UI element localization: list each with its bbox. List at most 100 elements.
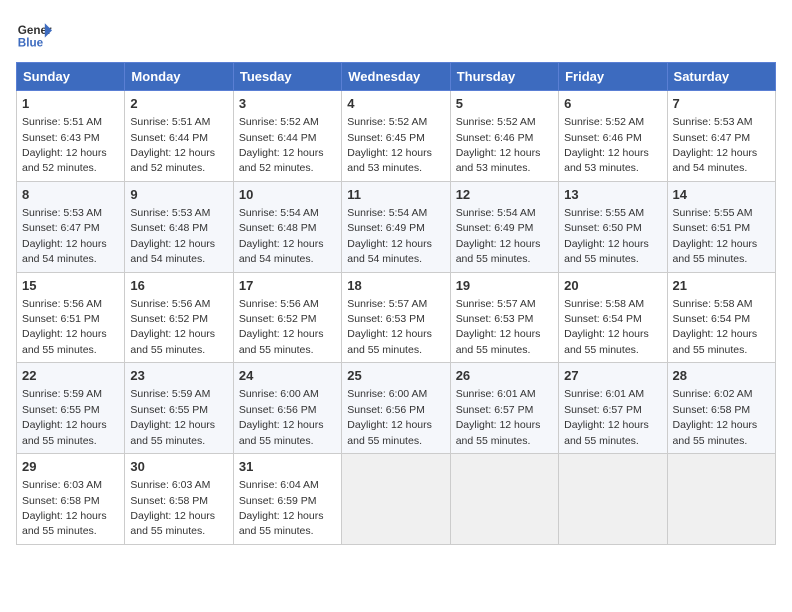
day-number: 23 xyxy=(130,367,227,385)
calendar-week-3: 15 Sunrise: 5:56 AMSunset: 6:51 PMDaylig… xyxy=(17,272,776,363)
calendar-cell: 13 Sunrise: 5:55 AMSunset: 6:50 PMDaylig… xyxy=(559,181,667,272)
calendar-cell: 15 Sunrise: 5:56 AMSunset: 6:51 PMDaylig… xyxy=(17,272,125,363)
calendar-cell: 17 Sunrise: 5:56 AMSunset: 6:52 PMDaylig… xyxy=(233,272,341,363)
calendar-cell: 29 Sunrise: 6:03 AMSunset: 6:58 PMDaylig… xyxy=(17,454,125,545)
day-info: Sunrise: 5:52 AMSunset: 6:45 PMDaylight:… xyxy=(347,116,432,174)
calendar-cell: 4 Sunrise: 5:52 AMSunset: 6:45 PMDayligh… xyxy=(342,91,450,182)
calendar-week-5: 29 Sunrise: 6:03 AMSunset: 6:58 PMDaylig… xyxy=(17,454,776,545)
day-info: Sunrise: 5:54 AMSunset: 6:48 PMDaylight:… xyxy=(239,207,324,265)
calendar-cell: 20 Sunrise: 5:58 AMSunset: 6:54 PMDaylig… xyxy=(559,272,667,363)
day-number: 3 xyxy=(239,95,336,113)
day-number: 19 xyxy=(456,277,553,295)
col-header-saturday: Saturday xyxy=(667,63,775,91)
calendar-cell: 23 Sunrise: 5:59 AMSunset: 6:55 PMDaylig… xyxy=(125,363,233,454)
day-info: Sunrise: 5:53 AMSunset: 6:47 PMDaylight:… xyxy=(22,207,107,265)
day-info: Sunrise: 5:58 AMSunset: 6:54 PMDaylight:… xyxy=(564,298,649,356)
calendar-cell: 26 Sunrise: 6:01 AMSunset: 6:57 PMDaylig… xyxy=(450,363,558,454)
day-info: Sunrise: 6:03 AMSunset: 6:58 PMDaylight:… xyxy=(130,479,215,537)
day-info: Sunrise: 5:57 AMSunset: 6:53 PMDaylight:… xyxy=(456,298,541,356)
day-number: 11 xyxy=(347,186,444,204)
day-number: 21 xyxy=(673,277,770,295)
day-number: 8 xyxy=(22,186,119,204)
day-number: 1 xyxy=(22,95,119,113)
day-info: Sunrise: 5:51 AMSunset: 6:44 PMDaylight:… xyxy=(130,116,215,174)
calendar-week-2: 8 Sunrise: 5:53 AMSunset: 6:47 PMDayligh… xyxy=(17,181,776,272)
logo: General Blue xyxy=(16,16,52,52)
calendar-week-1: 1 Sunrise: 5:51 AMSunset: 6:43 PMDayligh… xyxy=(17,91,776,182)
day-info: Sunrise: 5:51 AMSunset: 6:43 PMDaylight:… xyxy=(22,116,107,174)
day-number: 12 xyxy=(456,186,553,204)
day-info: Sunrise: 6:00 AMSunset: 6:56 PMDaylight:… xyxy=(239,388,324,446)
day-info: Sunrise: 6:04 AMSunset: 6:59 PMDaylight:… xyxy=(239,479,324,537)
day-info: Sunrise: 6:03 AMSunset: 6:58 PMDaylight:… xyxy=(22,479,107,537)
col-header-tuesday: Tuesday xyxy=(233,63,341,91)
day-number: 6 xyxy=(564,95,661,113)
col-header-wednesday: Wednesday xyxy=(342,63,450,91)
day-info: Sunrise: 5:54 AMSunset: 6:49 PMDaylight:… xyxy=(347,207,432,265)
day-info: Sunrise: 5:55 AMSunset: 6:51 PMDaylight:… xyxy=(673,207,758,265)
day-number: 5 xyxy=(456,95,553,113)
day-number: 17 xyxy=(239,277,336,295)
calendar-cell: 27 Sunrise: 6:01 AMSunset: 6:57 PMDaylig… xyxy=(559,363,667,454)
calendar-week-4: 22 Sunrise: 5:59 AMSunset: 6:55 PMDaylig… xyxy=(17,363,776,454)
day-info: Sunrise: 5:52 AMSunset: 6:46 PMDaylight:… xyxy=(456,116,541,174)
col-header-friday: Friday xyxy=(559,63,667,91)
day-info: Sunrise: 5:57 AMSunset: 6:53 PMDaylight:… xyxy=(347,298,432,356)
calendar-cell: 3 Sunrise: 5:52 AMSunset: 6:44 PMDayligh… xyxy=(233,91,341,182)
day-info: Sunrise: 6:00 AMSunset: 6:56 PMDaylight:… xyxy=(347,388,432,446)
calendar-cell: 7 Sunrise: 5:53 AMSunset: 6:47 PMDayligh… xyxy=(667,91,775,182)
calendar-cell: 25 Sunrise: 6:00 AMSunset: 6:56 PMDaylig… xyxy=(342,363,450,454)
calendar-cell: 14 Sunrise: 5:55 AMSunset: 6:51 PMDaylig… xyxy=(667,181,775,272)
day-number: 9 xyxy=(130,186,227,204)
day-number: 22 xyxy=(22,367,119,385)
day-info: Sunrise: 5:55 AMSunset: 6:50 PMDaylight:… xyxy=(564,207,649,265)
day-number: 29 xyxy=(22,458,119,476)
calendar-cell: 28 Sunrise: 6:02 AMSunset: 6:58 PMDaylig… xyxy=(667,363,775,454)
day-info: Sunrise: 6:01 AMSunset: 6:57 PMDaylight:… xyxy=(564,388,649,446)
day-info: Sunrise: 5:52 AMSunset: 6:44 PMDaylight:… xyxy=(239,116,324,174)
day-info: Sunrise: 5:59 AMSunset: 6:55 PMDaylight:… xyxy=(22,388,107,446)
day-info: Sunrise: 5:53 AMSunset: 6:47 PMDaylight:… xyxy=(673,116,758,174)
calendar-cell: 16 Sunrise: 5:56 AMSunset: 6:52 PMDaylig… xyxy=(125,272,233,363)
day-number: 13 xyxy=(564,186,661,204)
day-number: 2 xyxy=(130,95,227,113)
calendar-cell xyxy=(342,454,450,545)
day-info: Sunrise: 6:01 AMSunset: 6:57 PMDaylight:… xyxy=(456,388,541,446)
day-number: 16 xyxy=(130,277,227,295)
calendar-cell: 21 Sunrise: 5:58 AMSunset: 6:54 PMDaylig… xyxy=(667,272,775,363)
calendar-cell: 8 Sunrise: 5:53 AMSunset: 6:47 PMDayligh… xyxy=(17,181,125,272)
day-number: 7 xyxy=(673,95,770,113)
calendar-cell: 5 Sunrise: 5:52 AMSunset: 6:46 PMDayligh… xyxy=(450,91,558,182)
day-number: 31 xyxy=(239,458,336,476)
day-info: Sunrise: 5:52 AMSunset: 6:46 PMDaylight:… xyxy=(564,116,649,174)
day-info: Sunrise: 5:56 AMSunset: 6:51 PMDaylight:… xyxy=(22,298,107,356)
day-number: 14 xyxy=(673,186,770,204)
calendar-cell: 2 Sunrise: 5:51 AMSunset: 6:44 PMDayligh… xyxy=(125,91,233,182)
day-number: 20 xyxy=(564,277,661,295)
calendar-cell: 12 Sunrise: 5:54 AMSunset: 6:49 PMDaylig… xyxy=(450,181,558,272)
calendar-cell: 30 Sunrise: 6:03 AMSunset: 6:58 PMDaylig… xyxy=(125,454,233,545)
day-number: 15 xyxy=(22,277,119,295)
day-number: 10 xyxy=(239,186,336,204)
day-info: Sunrise: 5:59 AMSunset: 6:55 PMDaylight:… xyxy=(130,388,215,446)
calendar-cell: 19 Sunrise: 5:57 AMSunset: 6:53 PMDaylig… xyxy=(450,272,558,363)
col-header-sunday: Sunday xyxy=(17,63,125,91)
page-header: General Blue xyxy=(16,16,776,52)
day-info: Sunrise: 5:56 AMSunset: 6:52 PMDaylight:… xyxy=(130,298,215,356)
logo-icon: General Blue xyxy=(16,16,52,52)
calendar-cell: 11 Sunrise: 5:54 AMSunset: 6:49 PMDaylig… xyxy=(342,181,450,272)
day-number: 18 xyxy=(347,277,444,295)
calendar-cell: 24 Sunrise: 6:00 AMSunset: 6:56 PMDaylig… xyxy=(233,363,341,454)
calendar-cell: 10 Sunrise: 5:54 AMSunset: 6:48 PMDaylig… xyxy=(233,181,341,272)
calendar-cell xyxy=(559,454,667,545)
col-header-thursday: Thursday xyxy=(450,63,558,91)
day-info: Sunrise: 5:56 AMSunset: 6:52 PMDaylight:… xyxy=(239,298,324,356)
day-number: 26 xyxy=(456,367,553,385)
day-number: 4 xyxy=(347,95,444,113)
day-info: Sunrise: 5:58 AMSunset: 6:54 PMDaylight:… xyxy=(673,298,758,356)
calendar-cell: 9 Sunrise: 5:53 AMSunset: 6:48 PMDayligh… xyxy=(125,181,233,272)
day-info: Sunrise: 5:53 AMSunset: 6:48 PMDaylight:… xyxy=(130,207,215,265)
day-number: 24 xyxy=(239,367,336,385)
calendar-cell: 18 Sunrise: 5:57 AMSunset: 6:53 PMDaylig… xyxy=(342,272,450,363)
day-number: 27 xyxy=(564,367,661,385)
